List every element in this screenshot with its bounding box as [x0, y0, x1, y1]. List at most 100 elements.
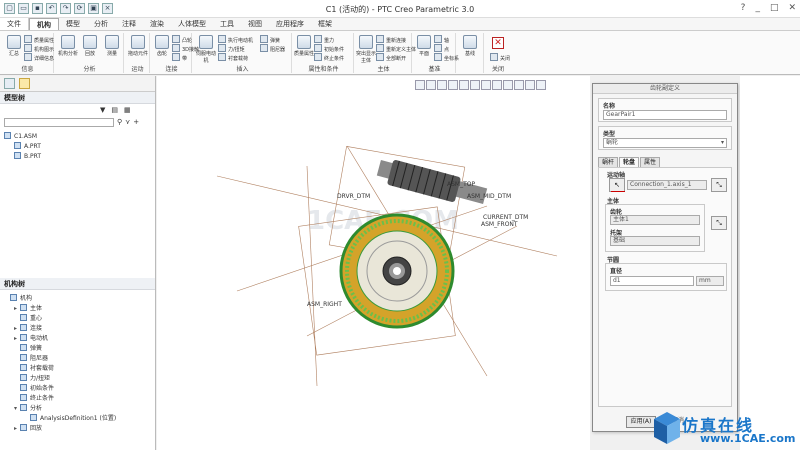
- close-icon[interactable]: ✕: [788, 3, 796, 13]
- graphics-viewport[interactable]: 1CAE.COM: [157, 76, 590, 450]
- type-select[interactable]: 蜗轮 ▾: [603, 138, 727, 148]
- mechanism-display-button[interactable]: 机构图示: [24, 44, 54, 53]
- mass-properties-button[interactable]: 质量属性: [24, 35, 54, 44]
- type-fieldset: 类型 蜗轮 ▾: [598, 126, 732, 150]
- tree-node[interactable]: 终止条件: [4, 394, 151, 404]
- belt-button[interactable]: 带: [172, 53, 187, 62]
- tree-node[interactable]: C1.ASM: [4, 132, 151, 142]
- tree-node[interactable]: 初始条件: [4, 384, 151, 394]
- damper-button[interactable]: 阻尼器: [260, 44, 285, 53]
- csys-button[interactable]: 坐标系: [434, 53, 459, 62]
- initial-conditions-button[interactable]: 初始条件: [314, 44, 344, 53]
- tree-node[interactable]: 重心: [4, 314, 151, 324]
- tree-node[interactable]: A.PRT: [4, 142, 151, 152]
- axis-button[interactable]: 轴: [434, 35, 449, 44]
- reconnect-button[interactable]: 重新连接: [376, 35, 406, 44]
- tab-tools[interactable]: 工具: [213, 18, 241, 30]
- tab-analysis[interactable]: 分析: [87, 18, 115, 30]
- measure-button[interactable]: 测量: [102, 35, 122, 57]
- tree-node[interactable]: 机构: [4, 294, 151, 304]
- tree-filter-icon[interactable]: ▼: [100, 106, 105, 114]
- details-button[interactable]: 详细信息: [24, 53, 54, 62]
- tree-node[interactable]: ▸ 连接: [4, 324, 151, 334]
- navigator-tabs: [0, 76, 155, 92]
- tree-node[interactable]: ▾ 分析: [4, 404, 151, 414]
- tab-wheel[interactable]: 轮盘: [619, 157, 640, 167]
- mechanism-tree-header[interactable]: 机构树: [0, 278, 155, 290]
- playback-button[interactable]: 回放: [80, 35, 100, 57]
- tree-item-icon: [14, 142, 21, 149]
- tree-node[interactable]: ▸ 电动机: [4, 334, 151, 344]
- tree-columns-icon[interactable]: ▦: [124, 106, 131, 114]
- model-tree-header[interactable]: 模型树: [0, 92, 155, 104]
- tab-worm[interactable]: 蜗杆: [598, 157, 619, 167]
- unlock-all-button[interactable]: 全部断开: [376, 53, 406, 62]
- flip-direction-icon[interactable]: ⤡: [711, 178, 727, 192]
- point-button[interactable]: 点: [434, 44, 449, 53]
- tree-node[interactable]: 衬套载荷: [4, 364, 151, 374]
- summary-button[interactable]: 汇总: [4, 35, 24, 57]
- folder-browser-tab-icon[interactable]: [19, 78, 30, 89]
- filter-icon[interactable]: ⋎: [125, 118, 130, 126]
- gears-button[interactable]: 齿轮: [152, 35, 172, 57]
- group-label-insert: 插入: [236, 66, 249, 73]
- spring-button[interactable]: 弹簧: [260, 35, 280, 44]
- name-input[interactable]: GearPair1: [603, 110, 727, 120]
- gravity-button[interactable]: 重力: [314, 35, 334, 44]
- select-axis-icon[interactable]: ↖: [609, 178, 625, 192]
- tab-manikin[interactable]: 人体模型: [171, 18, 213, 30]
- tree-node[interactable]: ▸ 回放: [4, 424, 151, 434]
- highlight-bodies-button[interactable]: 突出显示主体: [356, 35, 376, 64]
- servo-motor-button[interactable]: 伺服电动机: [196, 35, 216, 64]
- mechanism-tree: 机构 ▸ 主体 重心 ▸ 连接 ▸ 电动机 弹簧 阻尼器 衬套载荷 力/扭矩 初始条件 终止条件 ▾ 分析 An…: [0, 290, 155, 438]
- force-torque-button[interactable]: 力/扭矩: [218, 44, 245, 53]
- group-connections: 齿轮 凸轮 3D接触 带 连接: [152, 33, 199, 73]
- tree-node[interactable]: ▸ 主体: [4, 304, 151, 314]
- type-select-value: 蜗轮: [606, 139, 619, 146]
- plane-button[interactable]: 平面: [414, 35, 434, 57]
- gear-body-field[interactable]: 主体1: [610, 215, 700, 225]
- tab-properties[interactable]: 属性: [640, 157, 661, 167]
- tree-node[interactable]: B.PRT: [4, 152, 151, 162]
- tree-node-label: A.PRT: [24, 143, 41, 150]
- motion-axis-field[interactable]: Connection_1.axis_1: [627, 180, 707, 190]
- mechanism-analysis-button[interactable]: 机构分析: [58, 35, 78, 57]
- tab-model[interactable]: 模型: [59, 18, 87, 30]
- termination-conditions-button[interactable]: 终止条件: [314, 53, 344, 62]
- drag-components-button[interactable]: 拖动元件: [128, 35, 148, 57]
- tab-mechanism[interactable]: 机构: [29, 18, 59, 30]
- tree-node[interactable]: AnalysisDefinition1 (位置): [4, 414, 151, 424]
- force-motor-button[interactable]: 执行电动机: [218, 35, 253, 44]
- add-icon[interactable]: +: [133, 118, 139, 126]
- tab-annotate[interactable]: 注释: [115, 18, 143, 30]
- tab-applications[interactable]: 应用程序: [269, 18, 311, 30]
- close-mechanism-label[interactable]: 关闭: [490, 53, 510, 62]
- group-label-close: 关闭: [491, 66, 504, 73]
- minimize-icon[interactable]: _: [755, 3, 760, 13]
- binoculars-icon[interactable]: ⚲: [117, 118, 122, 126]
- help-icon[interactable]: ?: [741, 3, 746, 13]
- tab-render[interactable]: 渲染: [143, 18, 171, 30]
- tree-settings-icon[interactable]: ▤: [111, 106, 118, 114]
- title-bar: ▢ ▭ ▪ ↶ ↷ ⟳ ▣ × C1 (活动的) - PTC Creo Para…: [0, 0, 800, 18]
- carrier-field[interactable]: 基础: [610, 236, 700, 246]
- name-fieldset: 名称 GearPair1: [598, 98, 732, 122]
- tree-node[interactable]: 弹簧: [4, 344, 151, 354]
- tree-node[interactable]: 阻尼器: [4, 354, 151, 364]
- cam-button[interactable]: 凸轮: [172, 35, 192, 44]
- tree-node-label: 主体: [30, 305, 43, 312]
- close-mechanism-icon[interactable]: ✕: [492, 37, 504, 49]
- tab-framework[interactable]: 框架: [311, 18, 339, 30]
- mass-properties-big-button[interactable]: 质量属性: [294, 35, 314, 57]
- maximize-icon[interactable]: □: [770, 3, 779, 13]
- tree-node[interactable]: 力/扭矩: [4, 374, 151, 384]
- tab-view[interactable]: 视图: [241, 18, 269, 30]
- bushing-load-button[interactable]: 衬套载荷: [218, 53, 248, 62]
- sketch-button[interactable]: 基线: [460, 35, 480, 57]
- redefine-bodies-button[interactable]: 重新定义主体: [376, 44, 416, 53]
- diameter-input[interactable]: d1: [610, 276, 694, 286]
- tree-search-input[interactable]: [4, 117, 114, 127]
- swap-bodies-icon[interactable]: ⤡: [711, 216, 727, 230]
- tab-file[interactable]: 文件: [0, 18, 29, 30]
- model-tree-tab-icon[interactable]: [4, 78, 15, 89]
